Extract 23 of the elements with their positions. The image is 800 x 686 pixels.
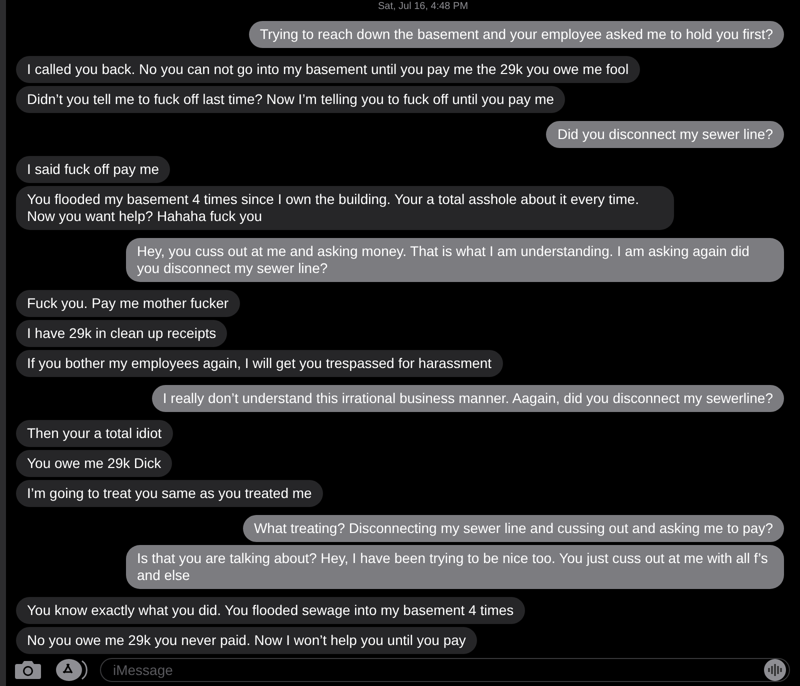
received-message-bubble: I called you back. No you can not go into my basement until you pay me the 29k you owe me fool [16,56,640,83]
received-message-bubble: You flooded my basement 4 times since I own the building. Your a total asshole about it every time. Now you want help? Hahaha fuck you [16,186,674,230]
sent-message-bubble: Did you disconnect my sewer line? [546,121,784,148]
sent-message-bubble: What treating? Disconnecting my sewer line and cussing out and asking me to pay? [242,515,784,542]
camera-icon[interactable] [14,659,42,681]
received-message-bubble: If you bother my employees again, I will get you trespassed for harassment [16,350,503,377]
received-message-bubble: No you owe me 29k you never paid. Now I won’t help you until you pay [16,627,477,654]
received-message-bubble: I have 29k in clean up receipts [16,320,228,347]
app-store-icon[interactable] [54,658,88,682]
sent-message-bubble: Is that you are talking about? Hey, I have been trying to be nice too. You just cuss out at me with all f’s and else [126,545,784,589]
timestamp: Sat, Jul 16, 4:48 PM [378,0,468,13]
received-message-bubble: I’m going to treat you same as you treated me [16,480,323,507]
received-message-bubble: I said fuck off pay me [16,156,170,183]
sent-message-bubble: Hey, you cuss out at me and asking money. That is what I am understanding. I am asking again did you disconnect my sewer line? [126,238,784,282]
sent-message-bubble: Trying to reach down the basement and your employee asked me to hold you first? [248,21,784,48]
received-message-bubble: Fuck you. Pay me mother fucker [16,290,240,317]
received-message-bubble: You owe me 29k Dick [16,450,172,477]
received-message-bubble: Then your a total idiot [16,420,173,447]
message-input-field[interactable]: iMessage [100,658,790,682]
received-message-bubble: Didn’t you tell me to fuck off last time? Now I’m telling you to fuck off until you pay me [16,86,566,113]
audio-waveform-icon[interactable] [764,659,786,681]
received-message-bubble: You know exactly what you did. You flooded sewage into my basement 4 times [16,597,525,624]
sent-message-bubble: I really don’t understand this irrational business manner. Aagain, did you disconnect my sewerline? [152,385,784,412]
